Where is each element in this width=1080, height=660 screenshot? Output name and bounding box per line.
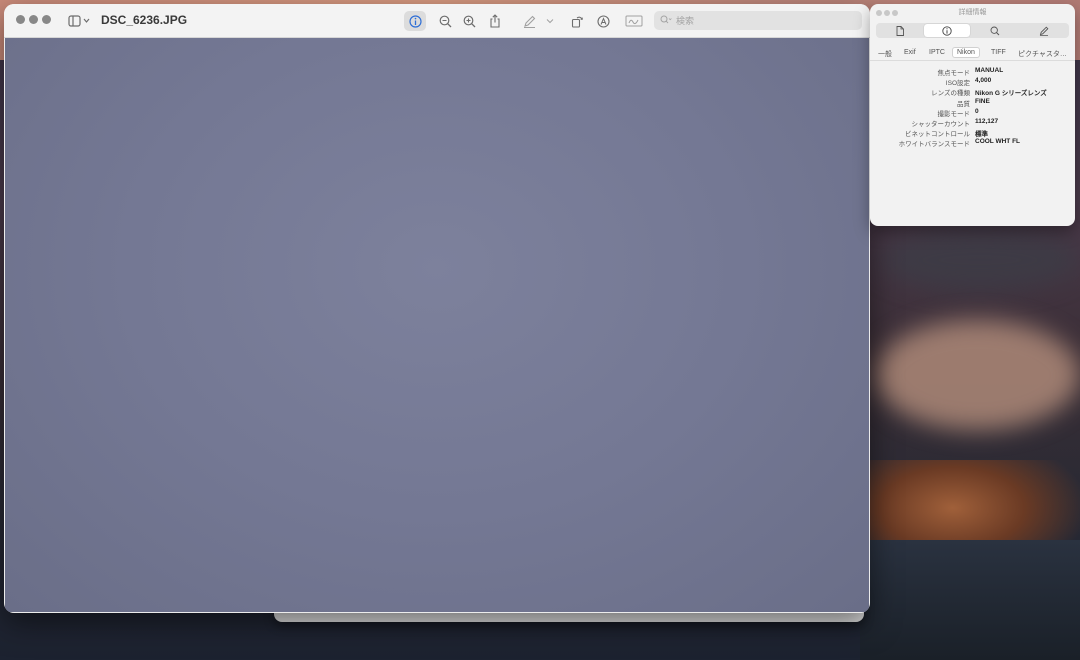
markup-icon[interactable] bbox=[519, 11, 539, 31]
metadata-value: 4,000 bbox=[975, 77, 992, 85]
preview-window: DSC_6236.JPG 検索 bbox=[4, 4, 870, 613]
metadata-key: シャッターカウント bbox=[911, 120, 971, 128]
metadata-key: 焦点モード bbox=[937, 70, 971, 77]
metadata-value: COOL WHT FL bbox=[975, 138, 1021, 146]
search-placeholder: 検索 bbox=[676, 16, 695, 26]
info-icon[interactable] bbox=[924, 24, 970, 37]
image-canvas[interactable] bbox=[5, 38, 869, 612]
search-icon[interactable] bbox=[972, 24, 1018, 37]
wallpaper-sea bbox=[860, 540, 1080, 660]
search-input[interactable]: 検索 bbox=[654, 11, 862, 30]
list-item: シャッターカウント 112,127 bbox=[870, 118, 1075, 128]
metadata-value: 0 bbox=[975, 107, 979, 115]
metadata-value: 標準 bbox=[975, 131, 988, 139]
inspector-panel: 詳細情報 一般 Exif IPTC Nikon TIFF ピクチャスタ… 焦点モ… bbox=[870, 4, 1075, 226]
wallpaper-cloud bbox=[875, 320, 1080, 430]
wallpaper-cloud bbox=[880, 230, 1080, 290]
tab-iptc[interactable]: IPTC bbox=[925, 48, 949, 57]
tab-picture-style[interactable]: ピクチャスタ… bbox=[1014, 48, 1071, 60]
markup-icon[interactable] bbox=[1021, 24, 1067, 37]
zoom-button[interactable] bbox=[42, 15, 51, 24]
list-item: ホワイトバランスモード COOL WHT FL bbox=[870, 138, 1075, 148]
close-button[interactable] bbox=[16, 15, 25, 24]
share-icon[interactable] bbox=[485, 11, 505, 31]
list-item: ビネットコントロール 標準 bbox=[870, 128, 1075, 138]
list-item: ISO設定 4,000 bbox=[870, 77, 1075, 87]
title-bar: DSC_6236.JPG 検索 bbox=[4, 4, 870, 38]
metadata-value: FINE bbox=[975, 97, 990, 105]
info-icon[interactable] bbox=[404, 11, 426, 31]
zoom-in-icon[interactable] bbox=[459, 11, 479, 31]
window-title: DSC_6236.JPG bbox=[101, 13, 188, 27]
tab-exif[interactable]: Exif bbox=[900, 48, 920, 57]
metadata-key: 品質 bbox=[957, 100, 970, 108]
metadata-list: 焦点モード MANUAL ISO設定 4,000 レンズの種類 Nikon G シリー… bbox=[870, 67, 1075, 149]
annotate-icon[interactable] bbox=[593, 11, 613, 31]
metadata-value: 112,127 bbox=[975, 117, 999, 125]
inspector-tabs: 一般 Exif IPTC Nikon TIFF ピクチャスタ… bbox=[870, 47, 1075, 61]
rotate-icon[interactable] bbox=[567, 11, 587, 31]
tab-tiff[interactable]: TIFF bbox=[987, 48, 1010, 57]
tab-nikon[interactable]: Nikon bbox=[952, 47, 980, 58]
search-icon bbox=[660, 15, 672, 27]
tab-general[interactable]: 一般 bbox=[874, 48, 896, 60]
sidebar-toggle-icon[interactable] bbox=[66, 11, 92, 31]
signature-icon[interactable] bbox=[623, 11, 645, 31]
minimize-button[interactable] bbox=[29, 15, 38, 24]
chevron-down-icon[interactable] bbox=[544, 11, 556, 31]
metadata-key: ビネットコントロール bbox=[905, 131, 970, 139]
list-item: 焦点モード MANUAL bbox=[870, 67, 1075, 77]
inspector-title: 詳細情報 bbox=[958, 9, 987, 16]
metadata-key: レンズの種類 bbox=[931, 90, 970, 98]
metadata-key: 撮影モード bbox=[937, 110, 971, 118]
list-item: レンズの種類 Nikon G シリーズレンズ bbox=[870, 87, 1075, 97]
metadata-value: MANUAL bbox=[975, 67, 1004, 74]
zoom-out-icon[interactable] bbox=[435, 11, 455, 31]
metadata-value: Nikon G シリーズレンズ bbox=[975, 90, 1047, 98]
list-item: 品質 FINE bbox=[870, 98, 1075, 108]
list-item: 撮影モード 0 bbox=[870, 108, 1075, 118]
inspector-segmented-control bbox=[876, 23, 1069, 38]
file-icon[interactable] bbox=[877, 24, 923, 37]
metadata-key: ISO設定 bbox=[945, 80, 970, 88]
metadata-key: ホワイトバランスモード bbox=[898, 141, 970, 149]
